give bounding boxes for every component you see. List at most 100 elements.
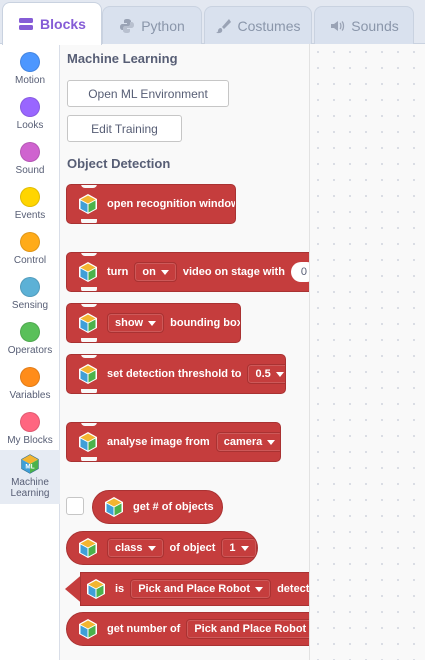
tab-sounds-label: Sounds bbox=[351, 17, 399, 34]
block-text: detected bbox=[277, 583, 310, 595]
video-state-dropdown[interactable]: on bbox=[134, 262, 177, 282]
category-label: My Blocks bbox=[7, 435, 53, 446]
category-dot bbox=[20, 187, 40, 207]
tab-blocks-label: Blocks bbox=[40, 16, 86, 32]
block-class-of-object[interactable]: class of object 1 bbox=[66, 531, 258, 565]
category-dot bbox=[20, 97, 40, 117]
ml-icon bbox=[79, 194, 97, 214]
open-ml-environment-button[interactable]: Open ML Environment bbox=[67, 80, 229, 107]
object-property-dropdown[interactable]: class bbox=[107, 538, 164, 558]
category-label: Looks bbox=[16, 120, 44, 131]
block-text: turn bbox=[107, 266, 129, 278]
category-label: Machine Learning bbox=[10, 477, 50, 499]
block-bounding-box[interactable]: show bounding box bbox=[66, 303, 241, 343]
bounding-box-dropdown[interactable]: show bbox=[107, 313, 165, 333]
object-index-dropdown[interactable]: 1 bbox=[221, 538, 257, 558]
category-dot bbox=[20, 142, 40, 162]
svg-text:ML: ML bbox=[25, 464, 34, 471]
ml-icon bbox=[79, 262, 97, 282]
image-source-dropdown[interactable]: camera bbox=[215, 432, 280, 452]
tab-costumes[interactable]: Costumes bbox=[204, 6, 312, 44]
ml-icon bbox=[87, 579, 105, 599]
category-dot bbox=[20, 367, 40, 387]
ml-icon bbox=[79, 364, 97, 384]
scripts-workspace[interactable] bbox=[310, 44, 425, 660]
block-open-recognition-window[interactable]: open recognition window bbox=[66, 184, 236, 224]
category-motion[interactable]: Motion bbox=[0, 48, 60, 93]
ml-icon bbox=[105, 497, 123, 517]
ml-icon bbox=[79, 619, 97, 639]
tab-python[interactable]: Python bbox=[102, 6, 202, 44]
block-palette: Machine Learning Open ML Environment Edi… bbox=[60, 44, 310, 660]
block-text: is bbox=[115, 583, 125, 595]
block-get-number-of-objects[interactable]: get # of objects bbox=[92, 490, 223, 524]
dropdown-value: show bbox=[115, 317, 144, 329]
category-sidebar: Motion Looks Sound Events Control Sensin… bbox=[0, 44, 60, 660]
category-dot bbox=[20, 52, 40, 72]
chevron-down-icon bbox=[267, 439, 276, 445]
block-text: get # of objects bbox=[133, 501, 214, 513]
section-title-machine-learning: Machine Learning bbox=[67, 51, 178, 66]
tab-python-label: Python bbox=[141, 17, 185, 34]
editor-tabs: Blocks Python Costumes Sounds bbox=[0, 0, 425, 45]
tab-costumes-label: Costumes bbox=[237, 17, 301, 34]
chevron-down-icon bbox=[240, 545, 249, 551]
category-label: Operators bbox=[7, 345, 53, 356]
edit-training-button[interactable]: Edit Training bbox=[67, 115, 182, 142]
dropdown-value: Pick and Place Robot bbox=[194, 623, 307, 635]
section-title-object-detection: Object Detection bbox=[67, 156, 171, 171]
python-icon bbox=[120, 18, 135, 33]
block-text: video on stage with bbox=[182, 266, 285, 278]
blocks-icon bbox=[19, 18, 34, 30]
speaker-icon bbox=[331, 20, 345, 31]
category-label: Control bbox=[13, 255, 47, 266]
category-my-blocks[interactable]: My Blocks bbox=[0, 408, 60, 453]
tab-blocks[interactable]: Blocks bbox=[2, 2, 102, 45]
dropdown-value: 1 bbox=[229, 542, 236, 554]
category-looks[interactable]: Looks bbox=[0, 93, 60, 138]
object-class-dropdown[interactable]: Pick and Place Robot bbox=[130, 579, 272, 599]
ml-icon bbox=[79, 432, 97, 452]
category-machine-learning[interactable]: ML Machine Learning bbox=[0, 450, 60, 504]
monitor-checkbox[interactable] bbox=[66, 497, 84, 515]
block-analyse-image[interactable]: analyse image from camera bbox=[66, 422, 281, 462]
category-label: Sensing bbox=[11, 300, 49, 311]
dropdown-value: on bbox=[142, 266, 156, 278]
object-class-dropdown[interactable]: Pick and Place Robot bbox=[186, 619, 309, 639]
block-text: open recognition window bbox=[107, 198, 236, 210]
category-events[interactable]: Events bbox=[0, 183, 60, 228]
ml-icon bbox=[79, 313, 97, 333]
ml-icon: ML bbox=[21, 454, 39, 474]
block-is-detected[interactable]: is Pick and Place Robot detected bbox=[80, 572, 310, 606]
category-sound[interactable]: Sound bbox=[0, 138, 60, 183]
category-label: Variables bbox=[9, 390, 51, 401]
brush-icon bbox=[216, 18, 232, 33]
ml-icon bbox=[79, 538, 97, 558]
tab-sounds[interactable]: Sounds bbox=[314, 6, 414, 44]
category-dot bbox=[20, 412, 40, 432]
chevron-down-icon bbox=[160, 269, 169, 275]
block-get-number-of-class[interactable]: get number of Pick and Place Robot bbox=[66, 612, 309, 646]
block-text: bounding box bbox=[170, 317, 241, 329]
category-label: Motion bbox=[14, 75, 45, 86]
category-dot bbox=[20, 322, 40, 342]
threshold-dropdown[interactable]: 0.5 bbox=[247, 364, 285, 384]
block-text: set detection threshold to bbox=[107, 368, 242, 380]
block-text: get number of bbox=[107, 623, 181, 635]
category-operators[interactable]: Operators bbox=[0, 318, 60, 363]
category-sensing[interactable]: Sensing bbox=[0, 273, 60, 318]
block-turn-video[interactable]: turn on video on stage with 0 bbox=[66, 252, 309, 292]
block-text: of object bbox=[169, 542, 216, 554]
category-dot bbox=[20, 232, 40, 252]
category-variables[interactable]: Variables bbox=[0, 363, 60, 408]
category-control[interactable]: Control bbox=[0, 228, 60, 273]
dropdown-value: Pick and Place Robot bbox=[138, 583, 251, 595]
category-label: Events bbox=[14, 210, 46, 221]
chevron-down-icon bbox=[147, 545, 156, 551]
chevron-down-icon bbox=[255, 586, 264, 592]
block-text: analyse image from bbox=[107, 436, 210, 448]
category-label: Sound bbox=[15, 165, 45, 176]
dropdown-value: 0.5 bbox=[255, 368, 271, 380]
block-set-detection-threshold[interactable]: set detection threshold to 0.5 bbox=[66, 354, 286, 394]
transparency-input[interactable]: 0 bbox=[290, 262, 309, 282]
